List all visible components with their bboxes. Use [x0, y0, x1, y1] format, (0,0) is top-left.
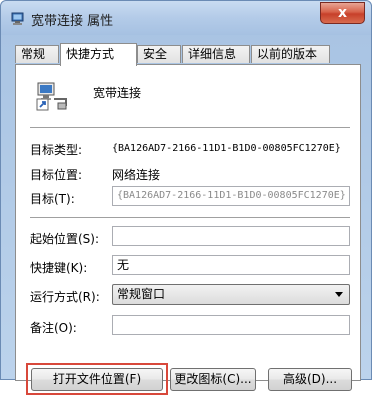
chevron-down-icon[interactable]: [335, 292, 343, 297]
window-title: 宽带连接 属性: [31, 14, 114, 29]
target-label: 目标(T):: [30, 192, 75, 206]
tab-previous-versions[interactable]: 以前的版本: [251, 45, 330, 63]
title-bar[interactable]: 宽带连接 属性 x: [1, 1, 371, 35]
target-type-label: 目标类型:: [30, 143, 83, 157]
network-connection-icon: [11, 12, 24, 25]
target-location-label: 目标位置:: [30, 168, 83, 182]
shortcut-name: 宽带连接: [93, 86, 142, 100]
comment-label: 备注(O):: [30, 321, 77, 335]
tab-label: 详细信息: [188, 47, 237, 61]
tab-label: 快捷方式: [66, 47, 115, 61]
tab-general[interactable]: 常规: [15, 45, 59, 63]
shortcut-key-label: 快捷键(K):: [30, 261, 88, 275]
target-type-value: {BA126AD7-2166-11D1-B1D0-00805FC1270E}: [112, 143, 341, 154]
separator: [30, 217, 350, 219]
run-mode-value: 常规窗口: [117, 287, 166, 301]
shortcut-key-field[interactable]: 无: [112, 255, 350, 275]
run-mode-select[interactable]: 常规窗口: [112, 284, 350, 305]
tab-label: 安全: [143, 47, 168, 61]
tab-label: 常规: [21, 47, 46, 61]
properties-window: 宽带连接 属性 x 常规 快捷方式 安全 详细信息 以前的版本 宽带连接 目标类…: [0, 0, 372, 395]
separator: [30, 127, 350, 129]
target-location-value: 网络连接: [112, 168, 161, 182]
close-button[interactable]: x: [320, 2, 365, 24]
dialog-client-area: 常规 快捷方式 安全 详细信息 以前的版本 宽带连接 目标类型: {BA126A…: [9, 35, 363, 395]
shortcut-panel: 宽带连接 目标类型: {BA126AD7-2166-11D1-B1D0-0080…: [15, 64, 361, 395]
comment-field[interactable]: [112, 315, 350, 335]
tab-details[interactable]: 详细信息: [182, 45, 250, 63]
start-in-label: 起始位置(S):: [30, 232, 100, 246]
tab-security[interactable]: 安全: [137, 45, 181, 63]
tab-shortcut[interactable]: 快捷方式: [60, 43, 137, 66]
run-label: 运行方式(R):: [30, 290, 100, 304]
tab-strip: 常规 快捷方式 安全 详细信息 以前的版本: [15, 43, 363, 66]
close-icon: x: [337, 5, 348, 21]
network-connection-shortcut-icon: [36, 82, 67, 111]
start-in-field[interactable]: [112, 226, 350, 246]
target-field[interactable]: {BA126AD7-2166-11D1-B1D0-00805FC1270E}: [112, 186, 350, 206]
tab-label: 以前的版本: [257, 47, 318, 61]
